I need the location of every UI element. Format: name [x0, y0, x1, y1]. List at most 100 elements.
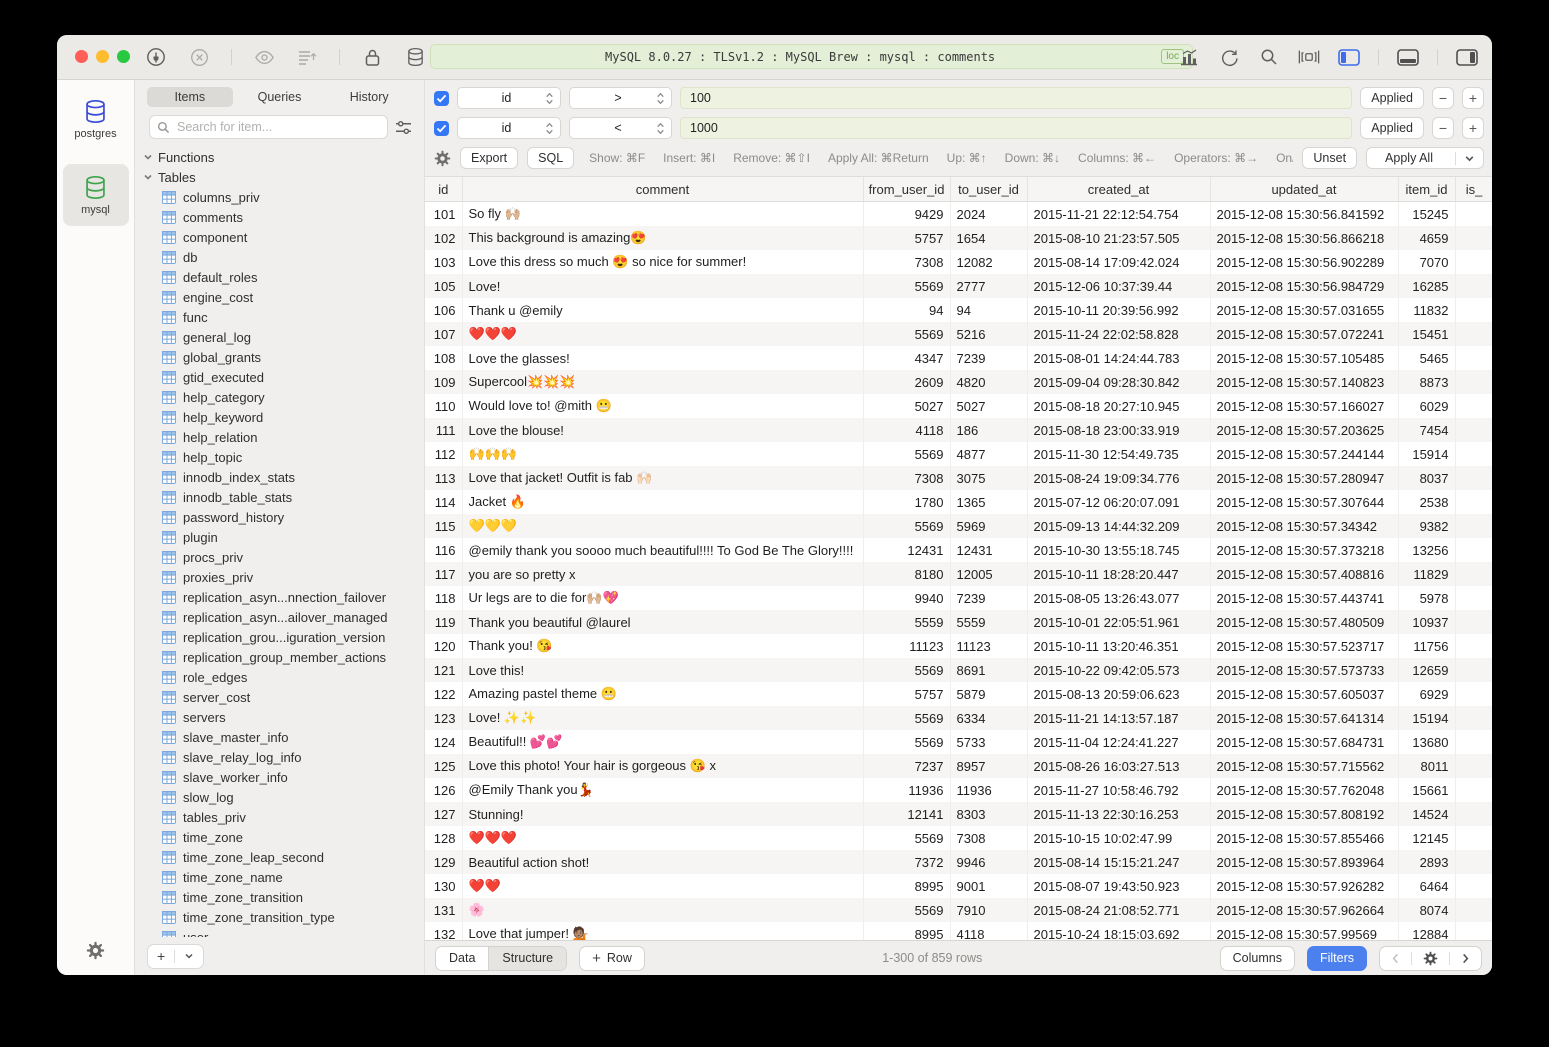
cell-id[interactable]: 111	[425, 418, 462, 442]
cell-updated_at[interactable]: 2015-12-08 15:30:57.808192	[1210, 802, 1398, 826]
cell-updated_at[interactable]: 2015-12-08 15:30:57.140823	[1210, 370, 1398, 394]
cell-to_user_id[interactable]: 94	[950, 298, 1027, 322]
structure-tab-button[interactable]: Structure	[488, 947, 566, 970]
cell-from_user_id[interactable]: 5569	[863, 514, 950, 538]
database-icon[interactable]	[404, 46, 426, 68]
cell-comment[interactable]: Love the glasses!	[462, 346, 863, 370]
cell-id[interactable]: 110	[425, 394, 462, 418]
cell-item_id[interactable]: 6929	[1398, 682, 1455, 706]
chart-icon[interactable]	[1178, 46, 1200, 68]
cell-created_at[interactable]: 2015-07-12 06:20:07.091	[1027, 490, 1210, 514]
connection-mysql[interactable]: mysql	[63, 164, 129, 226]
table-row[interactable]: 117you are so pretty x8180120052015-10-1…	[425, 562, 1492, 586]
cell-updated_at[interactable]: 2015-12-08 15:30:57.641314	[1210, 706, 1398, 730]
cell-id[interactable]: 113	[425, 466, 462, 490]
cell-to_user_id[interactable]: 7239	[950, 346, 1027, 370]
item-search-box[interactable]	[149, 115, 388, 139]
column-header-id[interactable]: id	[425, 177, 462, 202]
cell-id[interactable]: 122	[425, 682, 462, 706]
filter-value-input[interactable]	[680, 117, 1352, 139]
chevron-down-icon[interactable]	[175, 945, 203, 968]
add-filter-button[interactable]: +	[1462, 87, 1484, 109]
cell-item_id[interactable]: 7070	[1398, 250, 1455, 274]
cell-created_at[interactable]: 2015-10-11 13:20:46.351	[1027, 634, 1210, 658]
cell-item_id[interactable]: 10937	[1398, 610, 1455, 634]
cell-created_at[interactable]: 2015-08-10 21:23:57.505	[1027, 226, 1210, 250]
table-row[interactable]: 106Thank u @emily94942015-10-11 20:39:56…	[425, 298, 1492, 322]
tab-history[interactable]: History	[326, 87, 412, 107]
cell-from_user_id[interactable]: 5559	[863, 610, 950, 634]
cell-id[interactable]: 117	[425, 562, 462, 586]
cell-updated_at[interactable]: 2015-12-08 15:30:57.203625	[1210, 418, 1398, 442]
cell-updated_at[interactable]: 2015-12-08 15:30:57.762048	[1210, 778, 1398, 802]
cell-comment[interactable]: ❤️❤️❤️	[462, 322, 863, 346]
cell-from_user_id[interactable]: 9940	[863, 586, 950, 610]
table-row[interactable]: 127Stunning!1214183032015-11-13 22:30:16…	[425, 802, 1492, 826]
cell-is_[interactable]	[1455, 850, 1492, 874]
cell-from_user_id[interactable]: 5569	[863, 826, 950, 850]
column-header-created_at[interactable]: created_at	[1027, 177, 1210, 202]
tree-group-functions[interactable]: Functions	[135, 147, 424, 167]
cell-item_id[interactable]: 13680	[1398, 730, 1455, 754]
cell-to_user_id[interactable]: 7910	[950, 898, 1027, 922]
cell-item_id[interactable]: 15914	[1398, 442, 1455, 466]
sidebar-table-innodb_table_stats[interactable]: innodb_table_stats	[135, 487, 424, 507]
cell-id[interactable]: 116	[425, 538, 462, 562]
cell-created_at[interactable]: 2015-11-04 12:24:41.227	[1027, 730, 1210, 754]
cell-updated_at[interactable]: 2015-12-08 15:30:57.408816	[1210, 562, 1398, 586]
cell-comment[interactable]: ❤️❤️	[462, 874, 863, 898]
focus-frame-icon[interactable]	[1298, 46, 1320, 68]
cell-updated_at[interactable]: 2015-12-08 15:30:57.684731	[1210, 730, 1398, 754]
cell-item_id[interactable]: 6464	[1398, 874, 1455, 898]
right-panel-icon[interactable]	[1456, 46, 1478, 68]
cell-created_at[interactable]: 2015-11-21 22:12:54.754	[1027, 202, 1210, 227]
cell-to_user_id[interactable]: 4820	[950, 370, 1027, 394]
cell-from_user_id[interactable]: 5757	[863, 682, 950, 706]
cell-item_id[interactable]: 11832	[1398, 298, 1455, 322]
filter-column-select[interactable]: id	[457, 117, 561, 139]
cell-updated_at[interactable]: 2015-12-08 15:30:56.984729	[1210, 274, 1398, 298]
cell-created_at[interactable]: 2015-10-15 10:02:47.99	[1027, 826, 1210, 850]
bottom-panel-icon[interactable]	[1397, 46, 1419, 68]
cell-is_[interactable]	[1455, 898, 1492, 922]
cell-comment[interactable]: Beautiful action shot!	[462, 850, 863, 874]
export-button[interactable]: Export	[460, 147, 518, 169]
cell-item_id[interactable]: 15661	[1398, 778, 1455, 802]
cell-updated_at[interactable]: 2015-12-08 15:30:57.244144	[1210, 442, 1398, 466]
cell-is_[interactable]	[1455, 226, 1492, 250]
cell-is_[interactable]	[1455, 442, 1492, 466]
sidebar-table-db[interactable]: db	[135, 247, 424, 267]
search-input[interactable]	[175, 119, 380, 135]
cell-comment[interactable]: Ur legs are to die for🙌🏼💖	[462, 586, 863, 610]
table-row[interactable]: 119Thank you beautiful @laurel5559555920…	[425, 610, 1492, 634]
sidebar-table-servers[interactable]: servers	[135, 707, 424, 727]
filters-button[interactable]: Filters	[1307, 946, 1367, 971]
cell-is_[interactable]	[1455, 706, 1492, 730]
unset-button[interactable]: Unset	[1302, 147, 1357, 169]
cell-id[interactable]: 112	[425, 442, 462, 466]
cell-is_[interactable]	[1455, 610, 1492, 634]
cell-to_user_id[interactable]: 8691	[950, 658, 1027, 682]
cell-created_at[interactable]: 2015-08-14 17:09:42.024	[1027, 250, 1210, 274]
cell-to_user_id[interactable]: 9001	[950, 874, 1027, 898]
cell-created_at[interactable]: 2015-10-30 13:55:18.745	[1027, 538, 1210, 562]
cell-comment[interactable]: Thank you beautiful @laurel	[462, 610, 863, 634]
table-row[interactable]: 110Would love to! @mith 😬502750272015-08…	[425, 394, 1492, 418]
cell-from_user_id[interactable]: 1780	[863, 490, 950, 514]
cell-item_id[interactable]: 4659	[1398, 226, 1455, 250]
column-header-comment[interactable]: comment	[462, 177, 863, 202]
table-row[interactable]: 102This background is amazing😍5757165420…	[425, 226, 1492, 250]
cell-item_id[interactable]: 7454	[1398, 418, 1455, 442]
cell-to_user_id[interactable]: 4877	[950, 442, 1027, 466]
column-header-item_id[interactable]: item_id	[1398, 177, 1455, 202]
cell-from_user_id[interactable]: 94	[863, 298, 950, 322]
cell-is_[interactable]	[1455, 874, 1492, 898]
cell-comment[interactable]: Beautiful!! 💕💕	[462, 730, 863, 754]
column-header-updated_at[interactable]: updated_at	[1210, 177, 1398, 202]
cell-comment[interactable]: Stunning!	[462, 802, 863, 826]
cell-id[interactable]: 131	[425, 898, 462, 922]
cell-created_at[interactable]: 2015-08-05 13:26:43.077	[1027, 586, 1210, 610]
cell-updated_at[interactable]: 2015-12-08 15:30:57.105485	[1210, 346, 1398, 370]
table-row[interactable]: 121Love this!556986912015-10-22 09:42:05…	[425, 658, 1492, 682]
cell-id[interactable]: 120	[425, 634, 462, 658]
